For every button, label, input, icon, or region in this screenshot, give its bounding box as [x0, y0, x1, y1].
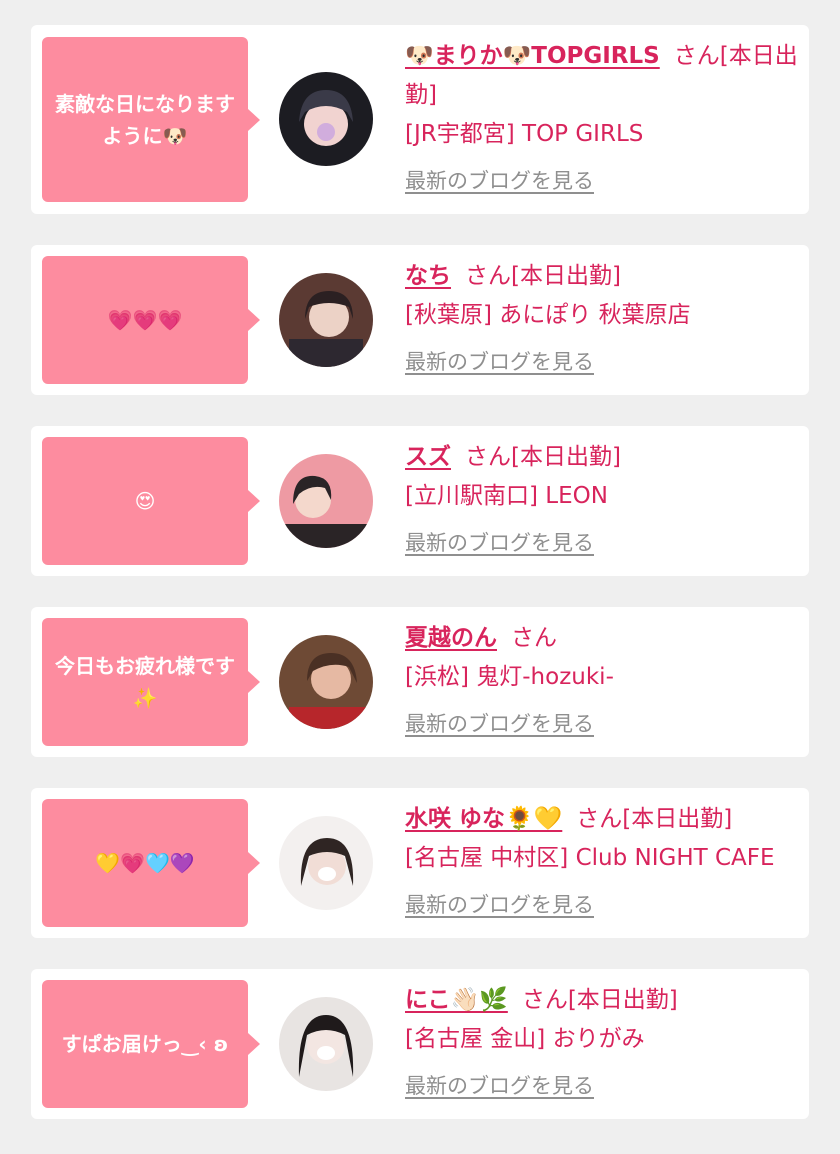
name-line: にこ👋🏻🌿 さん[本日出勤]	[405, 981, 799, 1020]
girl-info: 水咲 ゆな🌻💛 さん[本日出勤] [名古屋 中村区] Club NIGHT CAF…	[405, 800, 799, 925]
list-item: 😍 スズ さん[本日出勤] [立川駅南口] LEON 最新のブログを見る	[31, 426, 809, 576]
girl-info: スズ さん[本日出勤] [立川駅南口] LEON 最新のブログを見る	[405, 438, 799, 563]
list-item: 今日もお疲れ様です✨ 夏越のん さん [浜松] 鬼灯-hozuki- 最新のブログ…	[31, 607, 809, 757]
message-text: 素敵な日になりますように🐶	[55, 91, 235, 148]
girl-status: さん[本日出勤]	[521, 987, 678, 1013]
avatar[interactable]	[279, 997, 373, 1091]
message-text: 💛💗🩵💜	[95, 851, 195, 875]
girl-name-link[interactable]: 夏越のん	[405, 625, 497, 651]
name-line: スズ さん[本日出勤]	[405, 438, 799, 477]
latest-blog-link[interactable]: 最新のブログを見る	[405, 705, 594, 744]
girl-status: さん	[511, 625, 557, 651]
latest-blog-link[interactable]: 最新のブログを見る	[405, 886, 594, 925]
latest-blog-link[interactable]: 最新のブログを見る	[405, 524, 594, 563]
shop-name[interactable]: [JR宇都宮] TOP GIRLS	[405, 115, 799, 154]
message-text: すぱお届けっ‿‹ ʚ	[61, 1032, 229, 1056]
message-bubble: 素敵な日になりますように🐶	[42, 37, 260, 202]
latest-blog-link[interactable]: 最新のブログを見る	[405, 162, 594, 201]
list-item: 💗💗💗 なち さん[本日出勤] [秋葉原] あにぽり 秋葉原店 最新のブログを見る	[31, 245, 809, 395]
shop-name[interactable]: [名古屋 金山] おりがみ	[405, 1020, 799, 1059]
shop-name[interactable]: [浜松] 鬼灯-hozuki-	[405, 658, 799, 697]
girl-name-link[interactable]: スズ	[405, 444, 451, 470]
name-line: 夏越のん さん	[405, 619, 799, 658]
message-text: 💗💗💗	[107, 308, 183, 332]
girl-name-link[interactable]: 水咲 ゆな🌻💛	[405, 806, 562, 832]
message-bubble: 💗💗💗	[42, 256, 260, 384]
girl-name-link[interactable]: にこ👋🏻🌿	[405, 987, 508, 1013]
girls-list: 素敵な日になりますように🐶 🐶まりか🐶TOPGIRLS さん[本日出勤] [JR宇…	[31, 25, 809, 1150]
list-item: すぱお届けっ‿‹ ʚ にこ👋🏻🌿 さん[本日出勤] [名古屋 金山] おりがみ 最…	[31, 969, 809, 1119]
list-item: 素敵な日になりますように🐶 🐶まりか🐶TOPGIRLS さん[本日出勤] [JR宇…	[31, 25, 809, 214]
shop-name[interactable]: [秋葉原] あにぽり 秋葉原店	[405, 296, 799, 335]
girl-name-link[interactable]: 🐶まりか🐶TOPGIRLS	[405, 43, 660, 69]
latest-blog-link[interactable]: 最新のブログを見る	[405, 1067, 594, 1106]
name-line: なち さん[本日出勤]	[405, 257, 799, 296]
name-line: 🐶まりか🐶TOPGIRLS さん[本日出勤]	[405, 37, 799, 115]
girl-info: 🐶まりか🐶TOPGIRLS さん[本日出勤] [JR宇都宮] TOP GIRLS …	[405, 37, 799, 201]
list-item: 💛💗🩵💜 水咲 ゆな🌻💛 さん[本日出勤] [名古屋 中村区] Club NIGH…	[31, 788, 809, 938]
avatar[interactable]	[279, 635, 373, 729]
girl-info: なち さん[本日出勤] [秋葉原] あにぽり 秋葉原店 最新のブログを見る	[405, 257, 799, 382]
message-text: 今日もお疲れ様です✨	[55, 654, 235, 710]
message-bubble: 😍	[42, 437, 260, 565]
latest-blog-link[interactable]: 最新のブログを見る	[405, 343, 594, 382]
message-text: 😍	[134, 489, 156, 513]
avatar[interactable]	[279, 454, 373, 548]
girl-info: 夏越のん さん [浜松] 鬼灯-hozuki- 最新のブログを見る	[405, 619, 799, 744]
girl-name-link[interactable]: なち	[405, 263, 451, 289]
shop-name[interactable]: [立川駅南口] LEON	[405, 477, 799, 516]
avatar[interactable]	[279, 273, 373, 367]
girl-status: さん[本日出勤]	[465, 263, 621, 289]
girl-status: さん[本日出勤]	[576, 806, 733, 832]
girl-info: にこ👋🏻🌿 さん[本日出勤] [名古屋 金山] おりがみ 最新のブログを見る	[405, 981, 799, 1106]
message-bubble: 💛💗🩵💜	[42, 799, 260, 927]
message-bubble: すぱお届けっ‿‹ ʚ	[42, 980, 260, 1108]
shop-name[interactable]: [名古屋 中村区] Club NIGHT CAFE	[405, 839, 799, 878]
girl-status: さん[本日出勤]	[465, 444, 621, 470]
message-bubble: 今日もお疲れ様です✨	[42, 618, 260, 746]
avatar[interactable]	[279, 72, 373, 166]
avatar[interactable]	[279, 816, 373, 910]
name-line: 水咲 ゆな🌻💛 さん[本日出勤]	[405, 800, 799, 839]
